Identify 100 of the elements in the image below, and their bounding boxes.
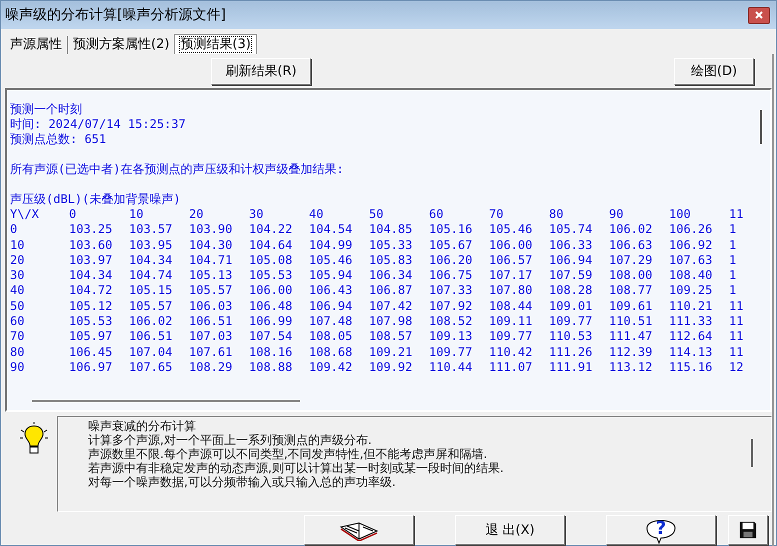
info-line: 计算多个声源,对一个平面上一系列预测点的声级分布. — [88, 433, 373, 447]
table-cell-text: 109.13 — [429, 329, 474, 345]
table-cell-text: 105.97 — [69, 329, 114, 345]
manual-button[interactable] — [304, 515, 414, 545]
table-cell-text: 107.59 — [549, 268, 594, 284]
row-header: 20 — [10, 252, 26, 268]
table-cell-text: 108.16 — [249, 344, 294, 360]
table-cell-text: 110.51 — [609, 314, 654, 330]
table-cell-text: 108.40 — [669, 268, 714, 284]
table-cell-text: 108.88 — [249, 360, 294, 376]
result-summary: 所有声源(已选中者)在各预测点的声压级和计权声级叠加结果: — [10, 162, 345, 177]
row-header: 70 — [10, 329, 26, 345]
table-cell-text: 107.54 — [249, 329, 294, 345]
column-header: 80 — [549, 207, 564, 222]
table-cell-text: 107.48 — [309, 314, 354, 330]
table-cell-text: 103.57 — [129, 222, 174, 238]
table-cell-text: 105.13 — [189, 268, 234, 284]
table-cell-text: 108.52 — [429, 314, 474, 330]
table-cell-text: 111.47 — [609, 329, 654, 345]
table-cell-text: 108.28 — [549, 283, 594, 299]
table-cell-text: 106.94 — [549, 252, 594, 268]
table-cell-text: 107.65 — [129, 360, 174, 376]
table-cell-text: 109.77 — [489, 329, 534, 345]
table-cell-text: 106.33 — [549, 238, 594, 253]
table-cell-text: 104.22 — [249, 222, 294, 238]
scrollbar-thumb[interactable] — [760, 110, 762, 144]
table-cell-text: 105.12 — [69, 298, 114, 314]
column-header: 40 — [309, 207, 324, 222]
table-cell-text: 11 — [729, 314, 744, 330]
table-cell-text: 108.68 — [309, 344, 354, 360]
row-header: 30 — [10, 268, 26, 284]
column-header: 60 — [429, 207, 444, 222]
table-cell-text: 105.57 — [189, 283, 234, 299]
plot-button[interactable]: 绘图(D) — [674, 58, 754, 84]
help-button[interactable]: ? — [606, 515, 716, 545]
table-cell-text: 104.71 — [189, 252, 234, 268]
table-cell-text: 104.54 — [309, 222, 354, 238]
table-cell-text: 105.67 — [429, 238, 474, 253]
table-cell-text: 106.51 — [129, 329, 174, 345]
table-cell-text: 106.00 — [249, 283, 294, 299]
table-cell-text: 1 — [729, 283, 738, 299]
info-line: 噪声衰减的分布计算 — [88, 419, 197, 433]
table-cell-text: 109.21 — [369, 344, 414, 360]
table-cell-text: 103.60 — [69, 238, 114, 253]
table-cell-text: 107.80 — [489, 283, 534, 299]
save-button[interactable] — [728, 515, 768, 545]
table-cell-text: 108.29 — [189, 360, 234, 376]
table-cell-text: 107.33 — [429, 283, 474, 299]
table-cell-text: 106.94 — [309, 298, 354, 314]
table-cell-text: 105.46 — [489, 222, 534, 238]
table-cell-text: 103.90 — [189, 222, 234, 238]
table-cell-text: 104.99 — [309, 238, 354, 253]
table-cell-text: 106.99 — [249, 314, 294, 330]
table-cell-text: 1 — [729, 252, 738, 268]
table-cell-text: 113.12 — [609, 360, 654, 376]
result-line: 预测一个时刻 — [10, 102, 83, 117]
column-header: 0 — [69, 207, 78, 222]
table-cell-text: 109.11 — [489, 314, 534, 330]
row-header: 10 — [10, 238, 26, 253]
table-cell-text: 105.94 — [309, 268, 354, 284]
table-cell-text: 111.33 — [669, 314, 714, 330]
lightbulb-icon — [19, 422, 49, 456]
column-header: 90 — [609, 207, 624, 222]
table-cell-text: 107.03 — [189, 329, 234, 345]
table-cell-text: 109.77 — [429, 344, 474, 360]
table-caption: 声压级(dBL)(未叠加背景噪声) — [10, 192, 182, 207]
table-cell-text: 106.57 — [489, 252, 534, 268]
table-cell-text: 106.34 — [369, 268, 414, 284]
scrollbar-thumb[interactable] — [32, 400, 300, 402]
table-cell-text: 104.30 — [189, 238, 234, 253]
table-cell-text: 107.63 — [669, 252, 714, 268]
table-cell-text: 105.15 — [129, 283, 174, 299]
table-cell-text: 105.57 — [129, 298, 174, 314]
table-cell-text: 109.01 — [549, 298, 594, 314]
close-button[interactable] — [748, 6, 770, 24]
table-cell-text: 11 — [729, 298, 744, 314]
window-title: 噪声级的分布计算[噪声分析源文件] — [5, 6, 226, 24]
table-cell-text: 106.87 — [369, 283, 414, 299]
exit-button[interactable]: 退 出(X) — [455, 515, 565, 545]
table-cell-text: 106.43 — [309, 283, 354, 299]
table-cell-text: 109.92 — [369, 360, 414, 376]
row-header: 80 — [10, 344, 26, 360]
save-icon — [739, 520, 757, 540]
table-cell-text: 11 — [729, 344, 744, 360]
table-cell-text: 110.53 — [549, 329, 594, 345]
table-cell-text: 109.61 — [609, 298, 654, 314]
refresh-button[interactable]: 刷新结果(R) — [211, 58, 311, 84]
table-cell-text: 111.26 — [549, 344, 594, 360]
table-cell-text: 109.25 — [669, 283, 714, 299]
table-cell-text: 12 — [729, 360, 744, 376]
table-cell-text: 104.64 — [249, 238, 294, 253]
row-header: 0 — [10, 222, 18, 238]
table-cell-text: 106.02 — [609, 222, 654, 238]
table-cell-text: 105.33 — [369, 238, 414, 253]
table-cell-text: 104.34 — [69, 268, 114, 284]
tab[interactable]: 预测结果(3) — [174, 34, 257, 54]
scrollbar-thumb[interactable] — [751, 439, 753, 467]
table-cell-text: 106.26 — [669, 222, 714, 238]
column-header: 11 — [729, 207, 744, 222]
table-cell-text: 111.07 — [489, 360, 534, 376]
